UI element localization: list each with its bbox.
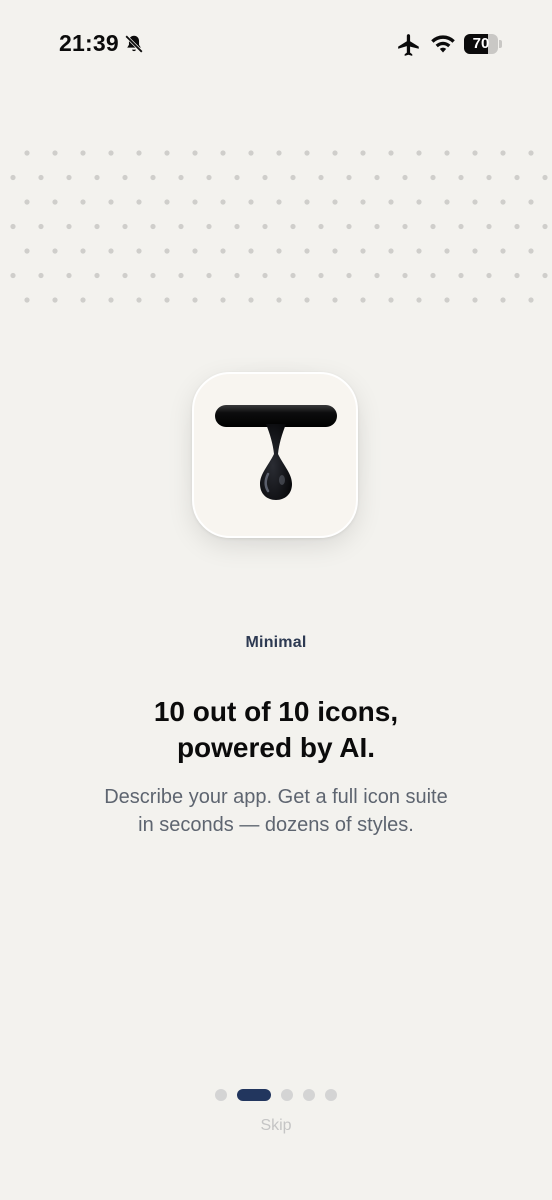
battery-cap	[499, 40, 502, 48]
pager-dot-2[interactable]	[237, 1089, 271, 1101]
status-bar: 21:39 70	[0, 0, 552, 90]
subtitle-line-2: in seconds — dozens of styles.	[138, 814, 414, 836]
subtitle-line-1: Describe your app. Get a full icon suite	[104, 786, 448, 808]
onboarding-screen: 21:39 70 Minimal 10 out of 10 icons, pow…	[0, 0, 552, 1200]
onboarding-headline: 10 out of 10 icons, powered by AI.	[40, 694, 512, 766]
skip-button[interactable]: Skip	[0, 1117, 552, 1135]
pager-dot-3[interactable]	[281, 1089, 293, 1101]
battery-icon: 70	[464, 34, 498, 54]
page-indicator[interactable]	[0, 1088, 552, 1102]
wifi-icon	[431, 35, 455, 53]
bell-muted-icon	[125, 35, 143, 53]
pager-dot-1[interactable]	[215, 1089, 227, 1101]
onboarding-subtitle: Describe your app. Get a full icon suite…	[40, 783, 512, 839]
generated-app-icon	[192, 372, 358, 538]
dot-pattern-decoration	[10, 150, 548, 303]
headline-line-1: 10 out of 10 icons,	[153, 696, 399, 727]
ink-drop-t-icon	[215, 405, 337, 500]
pager-dot-4[interactable]	[303, 1089, 315, 1101]
pager-dot-5[interactable]	[325, 1089, 337, 1101]
airplane-icon	[398, 34, 419, 56]
battery-percent: 70	[472, 35, 490, 52]
headline-line-2: powered by AI.	[176, 732, 376, 763]
style-name-label: Minimal	[245, 634, 307, 651]
status-time: 21:39	[59, 30, 119, 56]
